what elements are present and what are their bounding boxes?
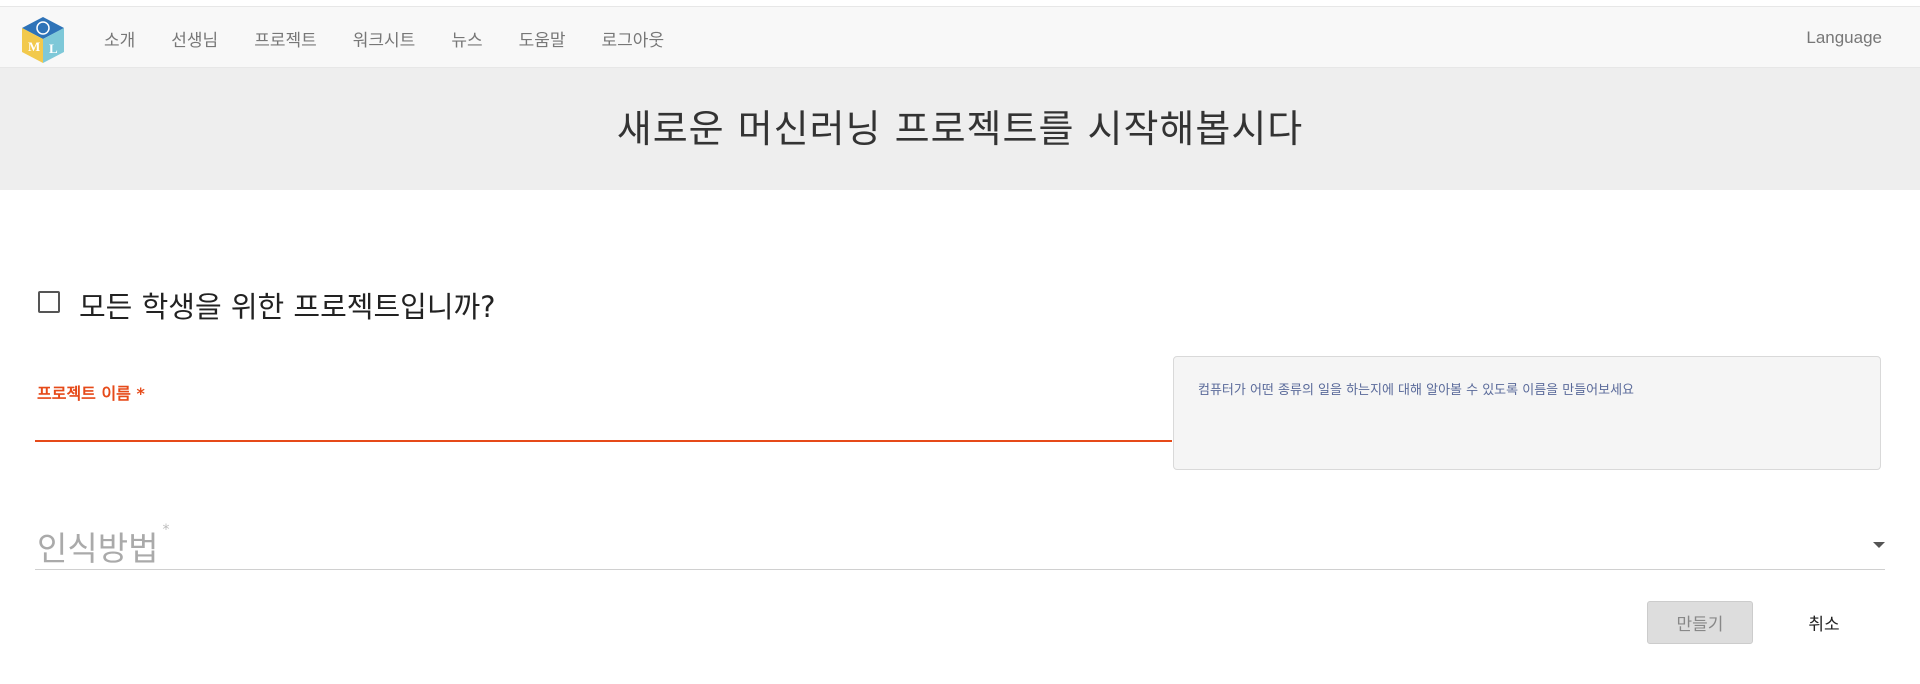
chevron-down-icon[interactable] <box>1873 542 1885 548</box>
project-name-input[interactable] <box>35 406 1172 438</box>
page-header: 새로운 머신러닝 프로젝트를 시작해봅시다 <box>0 68 1920 190</box>
nav-item-worksheets[interactable]: 워크시트 <box>335 26 434 51</box>
recognition-type-label: 인식방법 * <box>37 522 170 568</box>
language-menu[interactable]: Language <box>1806 7 1882 69</box>
crowd-source-row: 모든 학생을 위한 프로젝트입니까? <box>38 282 496 324</box>
project-name-help-box: 컴퓨터가 어떤 종류의 일을 하는지에 대해 알아볼 수 있도록 이름을 만들어… <box>1173 356 1881 470</box>
nav-item-projects[interactable]: 프로젝트 <box>236 26 335 51</box>
nav-item-help[interactable]: 도움말 <box>501 26 584 51</box>
crowd-source-checkbox[interactable] <box>38 291 60 313</box>
nav-menu: 소개 선생님 프로젝트 워크시트 뉴스 도움말 로그아웃 <box>86 7 682 69</box>
project-name-label: 프로젝트 이름 * <box>37 384 145 403</box>
nav-item-teacher[interactable]: 선생님 <box>153 26 236 51</box>
nav-item-about[interactable]: 소개 <box>86 26 153 51</box>
ml-logo-icon[interactable]: M L <box>20 15 66 65</box>
crowd-source-label: 모든 학생을 위한 프로젝트입니까? <box>79 290 496 324</box>
svg-text:M: M <box>28 39 40 54</box>
nav-item-news[interactable]: 뉴스 <box>433 26 500 51</box>
top-navbar: M L 소개 선생님 프로젝트 워크시트 뉴스 도움말 로그아웃 Languag… <box>0 6 1920 68</box>
project-name-field: 프로젝트 이름 * <box>35 376 1172 442</box>
recognition-type-select[interactable]: 인식방법 * <box>35 510 1885 570</box>
svg-text:L: L <box>49 41 58 56</box>
cancel-button[interactable]: 취소 <box>1784 601 1864 644</box>
project-name-help-text: 컴퓨터가 어떤 종류의 일을 하는지에 대해 알아볼 수 있도록 이름을 만들어… <box>1198 383 1635 398</box>
page-title: 새로운 머신러닝 프로젝트를 시작해봅시다 <box>616 106 1304 151</box>
nav-item-logout[interactable]: 로그아웃 <box>584 26 683 51</box>
create-button[interactable]: 만들기 <box>1647 601 1753 644</box>
required-marker: * <box>162 522 170 538</box>
